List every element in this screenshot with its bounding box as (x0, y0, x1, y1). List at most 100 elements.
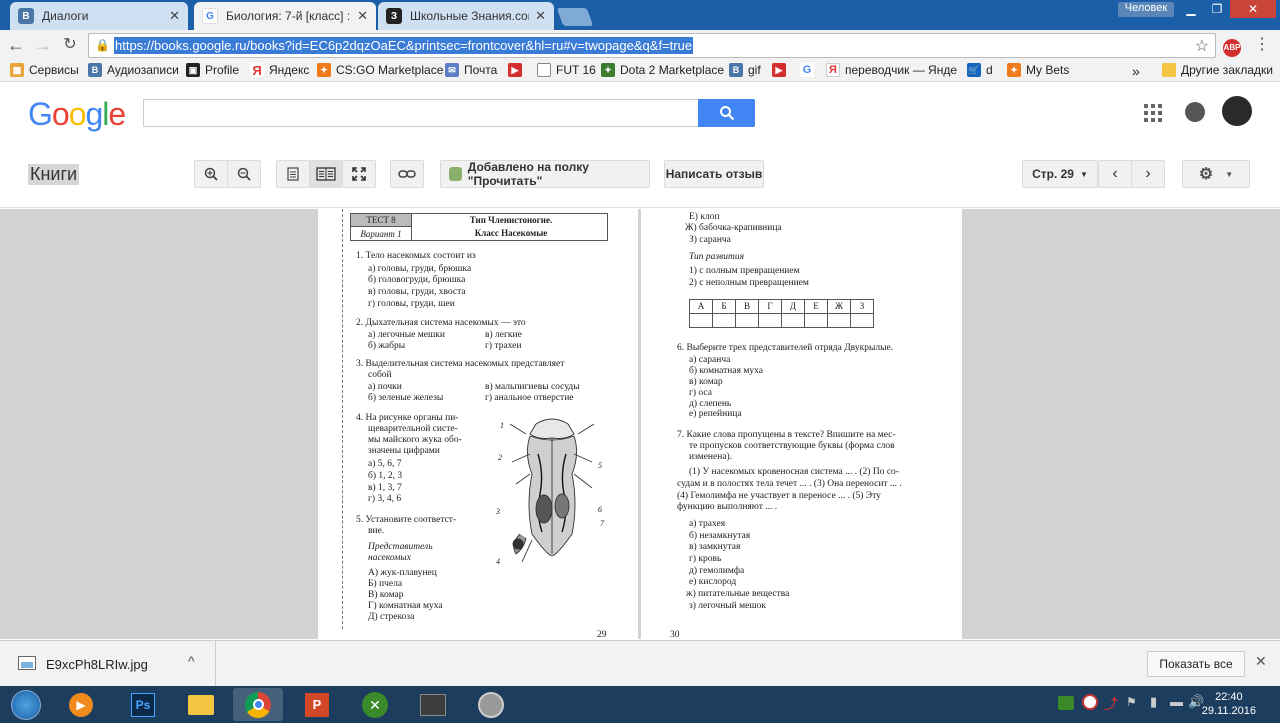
taskbar-powerpoint[interactable]: P (292, 688, 342, 721)
nvidia-icon[interactable] (1058, 696, 1074, 710)
bookmark-fut16[interactable]: FUT 16 (537, 63, 596, 77)
bookmark-gif[interactable]: Вgif (729, 63, 761, 77)
taskbar-photoshop[interactable]: Ps (118, 688, 168, 721)
close-icon[interactable]: ✕ (357, 8, 368, 24)
battery-icon[interactable]: ▬ (1170, 694, 1183, 709)
representative-label: насекомых (368, 553, 411, 563)
bookmark-dota2[interactable]: ✦ Dota 2 Marketplace (601, 63, 724, 77)
show-all-downloads-button[interactable]: Показать все (1147, 651, 1245, 677)
google-logo[interactable]: Google (28, 96, 126, 133)
option: в) 1, 3, 7 (368, 483, 402, 493)
search-input[interactable] (143, 99, 699, 127)
books-title[interactable]: Книги (28, 164, 80, 185)
new-tab-button[interactable] (556, 8, 594, 26)
bookmark-csgo[interactable]: ✦ CS:GO Marketplace (317, 63, 443, 77)
bookmark-label: FUT 16 (556, 63, 596, 77)
bookmark-google[interactable]: G (800, 63, 819, 77)
start-button[interactable] (2, 688, 50, 721)
bookmarks-more-button[interactable]: » (1132, 63, 1140, 79)
xbox-icon: ✕ (362, 691, 388, 718)
option: в) легкие (485, 330, 522, 340)
clock[interactable]: 22:40 29.11.2016 (1202, 690, 1256, 718)
settings-button[interactable]: ⚙ ▼ (1182, 160, 1250, 188)
bookmark-audio[interactable]: В Аудиозаписи (88, 63, 179, 77)
bookmark-services[interactable]: ▦ Сервисы (10, 63, 79, 77)
single-page-button[interactable] (276, 160, 310, 188)
apps-grid-icon[interactable] (1144, 104, 1162, 122)
app-icon (420, 693, 446, 716)
zoom-in-button[interactable] (194, 160, 228, 188)
table-row: А Б В Г Д Е Ж З (689, 299, 874, 314)
table-header-cell: Б (712, 299, 736, 314)
chevron-down-icon: ▼ (1079, 169, 1088, 179)
page-selector[interactable]: Стр. 29 ▼ (1022, 160, 1098, 188)
option: б) зеленые железы (368, 393, 444, 403)
bookmark-d[interactable]: 🛒 d (967, 63, 993, 77)
network-icon[interactable]: ▮ (1150, 694, 1157, 710)
option: б) жабры (368, 341, 406, 351)
option: г) 3, 4, 6 (368, 494, 402, 504)
maximize-icon[interactable]: ❐ (1204, 0, 1230, 18)
link-button[interactable] (390, 160, 424, 188)
antivirus-icon[interactable] (1082, 694, 1098, 710)
tab-dialogs[interactable]: В Диалоги ✕ (10, 2, 188, 30)
answer-cell (850, 313, 874, 328)
tray-app-icon[interactable]: ⤴ (1104, 694, 1120, 712)
bookmark-label: Profile (205, 63, 240, 77)
taskbar-chrome[interactable] (233, 688, 283, 721)
close-icon[interactable]: ✕ (535, 8, 546, 24)
bookmark-youtube-2[interactable]: ▶ (772, 63, 791, 77)
option: б) 1, 2, 3 (368, 471, 403, 481)
question-7-text: судам и в полостях тела течет ... . (3) … (677, 479, 902, 489)
forward-icon[interactable]: → (33, 35, 53, 55)
profile-button[interactable]: Человек (1118, 2, 1174, 17)
chevron-up-icon[interactable]: ^ (188, 653, 195, 669)
search-button[interactable] (698, 99, 755, 127)
avatar[interactable] (1222, 96, 1252, 126)
tab-znanija[interactable]: З Школьные Знания.com ✕ (378, 2, 554, 30)
option: В) комар (368, 590, 404, 600)
tab-biology[interactable]: G Биология: 7-й [класс] : т ✕ (194, 2, 376, 30)
prev-page-button[interactable]: ‹ (1098, 160, 1132, 188)
bookmark-translator[interactable]: Япереводчик — Янде (826, 63, 957, 77)
bookmark-mail[interactable]: ✉ Почта (445, 63, 497, 77)
star-icon[interactable]: ☆ (1195, 36, 1209, 56)
review-button[interactable]: Написать отзыв (664, 160, 764, 188)
bookmark-other[interactable]: Другие закладки (1162, 63, 1273, 77)
download-item[interactable]: E9xcPh8LRIw.jpg ^ (0, 641, 216, 687)
close-downloads-icon[interactable]: ✕ (1255, 653, 1267, 670)
next-page-button[interactable]: › (1131, 160, 1165, 188)
close-icon[interactable]: ✕ (169, 8, 180, 24)
flag-icon[interactable]: ⚑ (1126, 695, 1140, 709)
address-bar[interactable]: 🔒 https://books.google.ru/books?id=EC6p2… (88, 33, 1216, 58)
taskbar-xbox[interactable]: ✕ (350, 688, 400, 721)
chevron-left-icon: ‹ (1112, 165, 1118, 182)
shelf-button[interactable]: Добавлено на полку "Прочитать" (440, 160, 650, 188)
bookmark-mybets[interactable]: ✦ My Bets (1007, 63, 1069, 77)
fullscreen-button[interactable] (342, 160, 376, 188)
gear-icon: ⚙ (1198, 166, 1214, 183)
adblock-icon[interactable]: ABP (1222, 34, 1242, 57)
back-icon[interactable]: ← (6, 35, 26, 55)
book-viewer: ТЕСТ 8 Вариант 1 Тип Членистоногие. Клас… (0, 209, 1280, 639)
question-4-line: значены цифрами (368, 446, 440, 456)
url-text[interactable]: https://books.google.ru/books?id=EC6p2dq… (114, 37, 694, 54)
minimize-icon[interactable]: ▁ (1178, 0, 1204, 18)
answer-cell (735, 313, 759, 328)
zoom-out-button[interactable] (227, 160, 261, 188)
taskbar-speaker-app[interactable] (466, 688, 516, 721)
figure-label: 4 (496, 557, 500, 566)
window-close-icon[interactable]: ✕ (1230, 0, 1276, 18)
two-page-button[interactable] (309, 160, 343, 188)
bookmark-profile[interactable]: ▣ Profile (186, 63, 239, 77)
notifications-icon[interactable] (1185, 102, 1205, 122)
taskbar-media-player[interactable]: ▶ (56, 688, 106, 721)
option: д) гемолимфа (689, 566, 745, 576)
bookmark-youtube-1[interactable]: ▶ (508, 63, 527, 77)
option: в) мальпигиевы сосуды (485, 382, 580, 392)
taskbar-explorer[interactable] (176, 688, 226, 721)
reload-icon[interactable]: ↻ (60, 35, 80, 55)
bookmark-yandex[interactable]: Я Яндекс (250, 63, 309, 78)
menu-icon[interactable]: ⋮ (1252, 35, 1272, 55)
taskbar-steam[interactable] (408, 688, 458, 721)
